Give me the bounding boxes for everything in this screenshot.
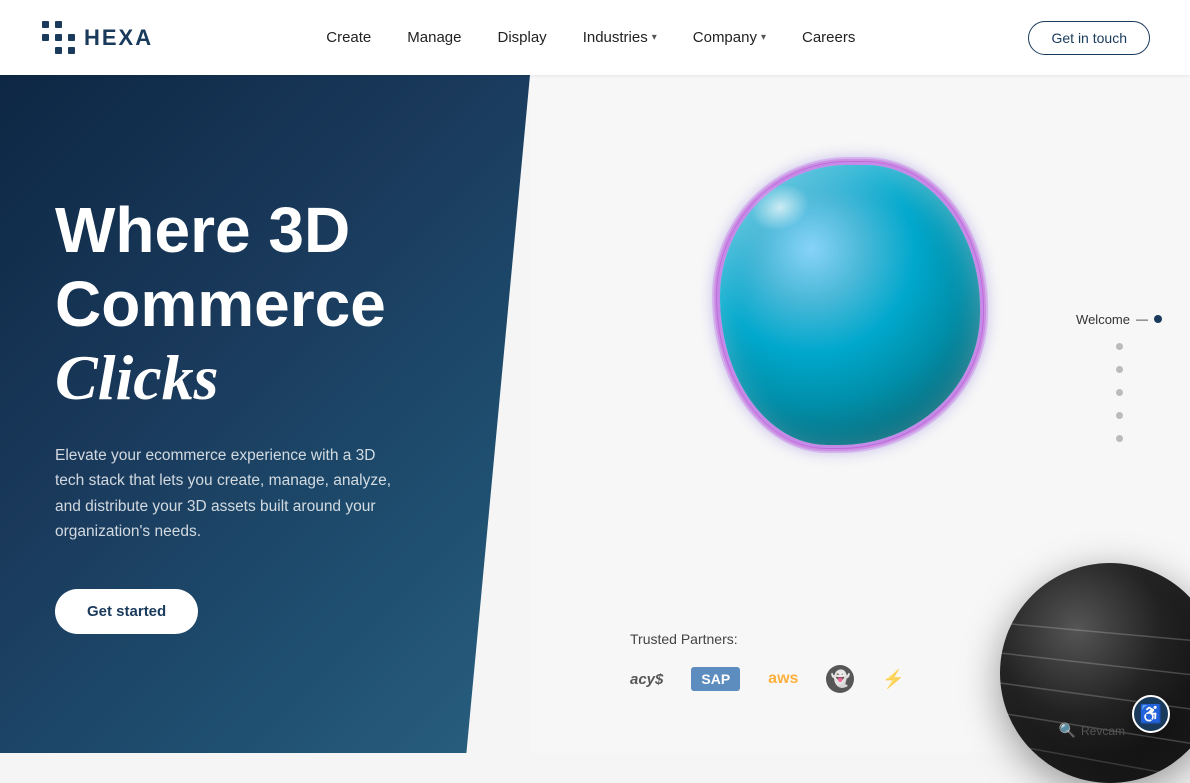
accessibility-icon: ♿ <box>1140 704 1162 725</box>
partner-unreal: ⚡ <box>882 669 904 690</box>
chevron-down-icon: ▾ <box>652 32 657 43</box>
hero-left-panel: Where 3D Commerce Clicks Elevate your ec… <box>0 75 530 753</box>
scroll-navigation: Welcome — <box>1076 312 1162 442</box>
navbar: HEXA Create Manage Display Industries ▾ … <box>0 0 1190 75</box>
partner-aws: aws <box>768 670 798 688</box>
blob-sphere <box>720 165 980 445</box>
logo-icon <box>40 20 76 56</box>
nav-careers[interactable]: Careers <box>802 29 855 46</box>
revcam-watermark: 🔍 Revcam <box>1059 722 1125 739</box>
nav-manage[interactable]: Manage <box>407 29 461 46</box>
logo-text: HEXA <box>84 25 153 51</box>
headline-line1: Where 3D <box>55 194 460 268</box>
get-started-button[interactable]: Get started <box>55 589 198 634</box>
scroll-dot-3[interactable] <box>1116 366 1123 373</box>
scroll-dot-5[interactable] <box>1116 412 1123 419</box>
scroll-active-label: Welcome <box>1076 312 1130 327</box>
headline-line2: Commerce <box>55 268 460 342</box>
scroll-dot-2[interactable] <box>1116 343 1123 350</box>
get-in-touch-button[interactable]: Get in touch <box>1028 21 1150 55</box>
scroll-dash-icon: — <box>1136 312 1148 326</box>
partner-sap: SAP <box>691 667 740 691</box>
scroll-dot-6[interactable] <box>1116 435 1123 442</box>
nav-display[interactable]: Display <box>498 29 547 46</box>
scroll-dot-active[interactable] <box>1154 315 1162 323</box>
scroll-dot-4[interactable] <box>1116 389 1123 396</box>
3d-blob-visual <box>720 165 1000 445</box>
scroll-nav-welcome[interactable]: Welcome — <box>1076 312 1162 327</box>
nav-industries[interactable]: Industries ▾ <box>583 29 657 46</box>
partner-acy: acy$ <box>630 671 663 688</box>
chevron-down-icon: ▾ <box>761 32 766 43</box>
headline-line3: Clicks <box>55 341 460 415</box>
nav-company[interactable]: Company ▾ <box>693 29 766 46</box>
logo[interactable]: HEXA <box>40 20 153 56</box>
partner-snapchat: 👻 <box>826 665 854 693</box>
hero-headline: Where 3D Commerce Clicks <box>55 194 460 415</box>
revcam-icon: 🔍 <box>1059 722 1076 739</box>
hero-subtext: Elevate your ecommerce experience with a… <box>55 443 395 545</box>
bottom-sphere-visual <box>1000 563 1190 783</box>
nav-create[interactable]: Create <box>326 29 371 46</box>
accessibility-button[interactable]: ♿ <box>1132 695 1170 733</box>
nav-links: Create Manage Display Industries ▾ Compa… <box>326 29 855 46</box>
revcam-text: Revcam <box>1081 724 1125 738</box>
